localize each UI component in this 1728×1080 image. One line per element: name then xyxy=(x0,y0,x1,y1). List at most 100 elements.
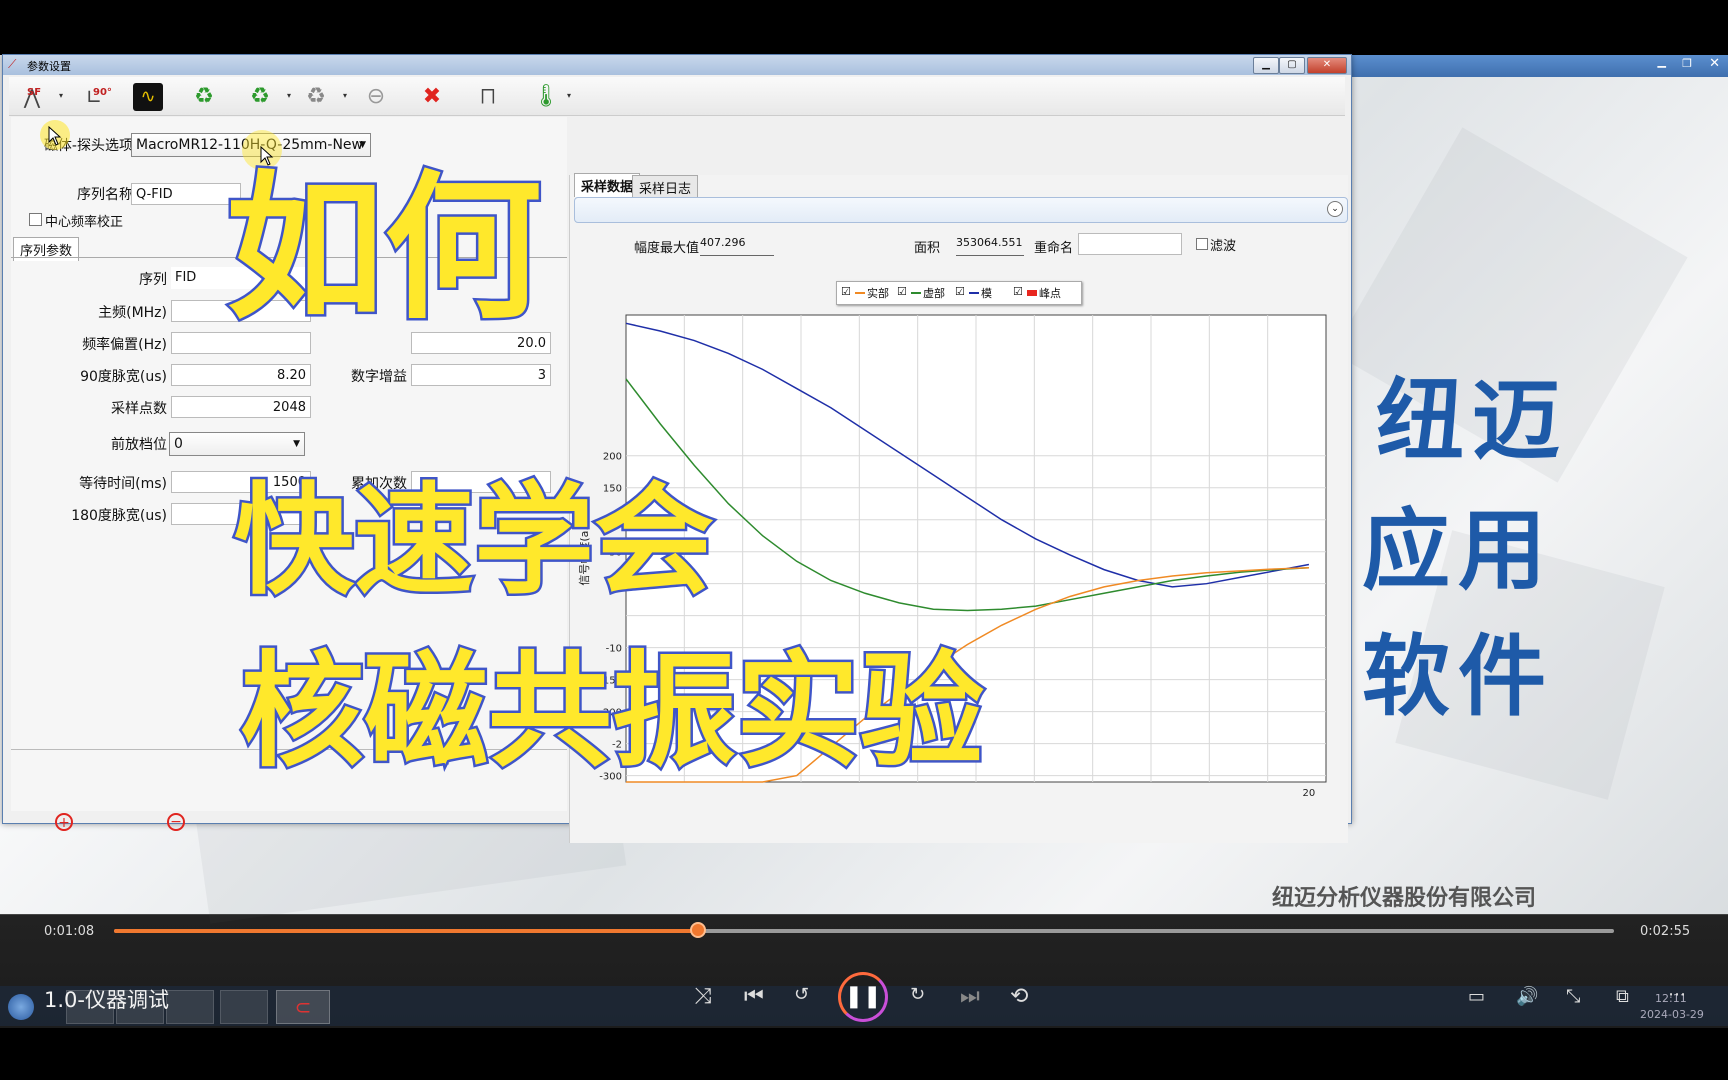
legend-checkbox[interactable]: ☑ xyxy=(841,285,851,298)
param-label: 频率偏置(Hz) xyxy=(82,337,167,353)
param-label: 主频(MHz) xyxy=(98,305,167,321)
sequence-name-field[interactable]: Q-FID xyxy=(131,183,241,205)
recycle-dropdown-icon[interactable]: ♻ xyxy=(245,83,275,111)
forward-30-icon[interactable]: ↻ xyxy=(910,984,925,1005)
start-button[interactable] xyxy=(8,994,34,1020)
minimize-button[interactable]: ▁ xyxy=(1253,57,1279,74)
recycle-grey-icon[interactable]: ♻ xyxy=(301,83,331,111)
legend-label: 实部 xyxy=(867,287,889,300)
window-titlebar: ⟋ 参数设置 ▁ ▢ ✕ xyxy=(3,55,1351,75)
param-label: 序列 xyxy=(139,272,167,288)
close-button[interactable]: ✕ xyxy=(1307,57,1347,74)
minimize-player-icon[interactable]: ⤡ xyxy=(1566,986,1580,1007)
company-name: 纽迈分析仪器股份有限公司 xyxy=(1272,886,1537,911)
more-options-icon[interactable]: ⋯ xyxy=(1668,984,1686,1005)
center-freq-checkbox[interactable] xyxy=(29,213,42,226)
cancel-icon[interactable]: ✖ xyxy=(417,83,447,111)
param-label: 采样点数 xyxy=(111,401,167,417)
progress-fill xyxy=(114,929,698,933)
legend-label: 模 xyxy=(981,287,992,300)
max-amplitude-value: 407.296 xyxy=(700,233,774,256)
chevron-down-icon[interactable]: ▾ xyxy=(287,91,291,100)
wallpaper-text-2: 应用 xyxy=(1362,499,1555,602)
taskbar-app[interactable] xyxy=(220,990,268,1024)
stop-icon[interactable]: ⊖ xyxy=(361,83,391,111)
subtitles-icon[interactable]: ▭ xyxy=(1468,986,1485,1007)
remove-icon[interactable]: − xyxy=(167,813,185,831)
chevron-down-icon[interactable]: ▾ xyxy=(59,91,63,100)
rename-label: 重命名 xyxy=(1034,241,1074,256)
max-amplitude-label: 幅度最大值 xyxy=(634,241,700,256)
overlay-title-line3: 核磁共振实验 xyxy=(237,640,986,784)
thermometer-icon[interactable]: 🌡 xyxy=(531,83,561,111)
overlay-title-line1: 如何 xyxy=(224,157,545,341)
shuffle-icon[interactable]: ⤨ xyxy=(694,984,712,1009)
recycle-icon[interactable]: ♻ xyxy=(189,83,219,111)
y-tick-label: 200 xyxy=(603,452,622,463)
previous-icon[interactable]: ⏮ xyxy=(744,984,764,1009)
chevron-down-icon: ▼ xyxy=(293,439,300,449)
area-value: 353064.551 xyxy=(956,233,1024,256)
app-logo-icon: ⟋ xyxy=(8,57,17,71)
x-axis-ticks: 20 xyxy=(1303,788,1316,799)
maximize-button[interactable]: ▢ xyxy=(1279,57,1305,74)
baseline-icon[interactable]: ⨅ xyxy=(473,83,503,111)
chevron-down-icon[interactable]: ⌄ xyxy=(1327,201,1343,217)
center-freq-label: 中心频率校正 xyxy=(45,215,124,230)
magnet-app-icon[interactable]: ⊂ xyxy=(276,990,330,1024)
tab-sample-data[interactable]: 采样数据 xyxy=(574,173,641,197)
legend-label: 峰点 xyxy=(1039,287,1061,300)
param-value[interactable]: 8.20 xyxy=(171,364,311,386)
pause-button[interactable]: ❚❚ xyxy=(838,972,888,1022)
legend-swatch xyxy=(1027,290,1037,296)
rewind-10-icon[interactable]: ↺ xyxy=(794,984,809,1005)
volume-icon[interactable]: 🔊 xyxy=(1516,986,1538,1007)
close-icon[interactable]: ✕ xyxy=(1709,56,1720,71)
pulse-90-icon[interactable]: 90° ∟ xyxy=(79,83,112,111)
repeat-off-icon[interactable]: ⟲ xyxy=(1010,984,1028,1009)
filter-label: 滤波 xyxy=(1210,239,1237,254)
rename-field[interactable] xyxy=(1078,233,1182,255)
preamp-select[interactable]: 0 ▼ xyxy=(169,432,305,456)
param-value[interactable]: 3 xyxy=(411,364,551,386)
legend-checkbox[interactable]: ☑ xyxy=(897,285,907,298)
window-title: 参数设置 xyxy=(27,60,71,73)
legend-checkbox[interactable]: ☑ xyxy=(955,285,965,298)
video-title: 1.0-仪器调试 xyxy=(44,988,169,1012)
background-window-titlebar: ❐ ✕ ▁ xyxy=(1350,55,1728,77)
filter-checkbox[interactable] xyxy=(1196,238,1208,250)
chevron-down-icon: ▼ xyxy=(359,140,366,150)
param-label: 数字增益 xyxy=(351,369,407,385)
area-label: 面积 xyxy=(914,241,941,256)
param-value[interactable]: 2048 xyxy=(171,396,311,418)
chevron-down-icon[interactable]: ▾ xyxy=(343,91,347,100)
progress-handle[interactable] xyxy=(689,922,706,938)
legend-swatch xyxy=(855,292,865,294)
wallpaper-text-1: 纽迈 xyxy=(1376,369,1569,472)
waveform-icon[interactable]: ∿ xyxy=(133,83,163,111)
add-icon[interactable]: + xyxy=(55,813,73,831)
legend-swatch xyxy=(969,292,979,294)
tab-sample-log[interactable]: 采样日志 xyxy=(632,175,699,199)
chevron-down-icon[interactable]: ▾ xyxy=(567,91,571,100)
next-icon[interactable]: ⏭ xyxy=(960,984,980,1009)
restore-icon[interactable]: ❐ xyxy=(1682,57,1692,70)
current-time: 0:01:08 xyxy=(44,924,95,939)
picture-in-picture-icon[interactable]: ⧉ xyxy=(1616,986,1629,1007)
taskbar-app[interactable] xyxy=(166,990,214,1024)
minimize-icon[interactable]: ▁ xyxy=(1658,55,1666,68)
clock-date: 2024-03-29 xyxy=(1640,1008,1704,1021)
sf-peak-icon[interactable]: SF ⋀ xyxy=(17,83,47,111)
legend-swatch xyxy=(911,292,921,294)
legend-checkbox[interactable]: ☑ xyxy=(1013,285,1023,298)
x-tick-label: 20 xyxy=(1303,788,1316,799)
sequence-name-label: 序列名称 xyxy=(77,187,133,203)
param-label: 180度脉宽(us) xyxy=(71,508,167,524)
toolbar: SF ⋀ ▾ 90° ∟ ∿ ♻ ♻ ▾ ♻ ▾ ⊖ ✖ ⨅ 🌡 ▾ xyxy=(9,77,1345,116)
total-time: 0:02:55 xyxy=(1640,924,1691,939)
legend-label: 虚部 xyxy=(923,287,945,300)
cursor-icon xyxy=(40,120,70,150)
param-label: 等待时间(ms) xyxy=(79,476,167,492)
chart-legend: ☑ 实部 ☑ 虚部 ☑ 模 ☑ 峰点 xyxy=(836,281,1082,305)
collapse-bar[interactable]: ⌄ xyxy=(574,197,1348,223)
